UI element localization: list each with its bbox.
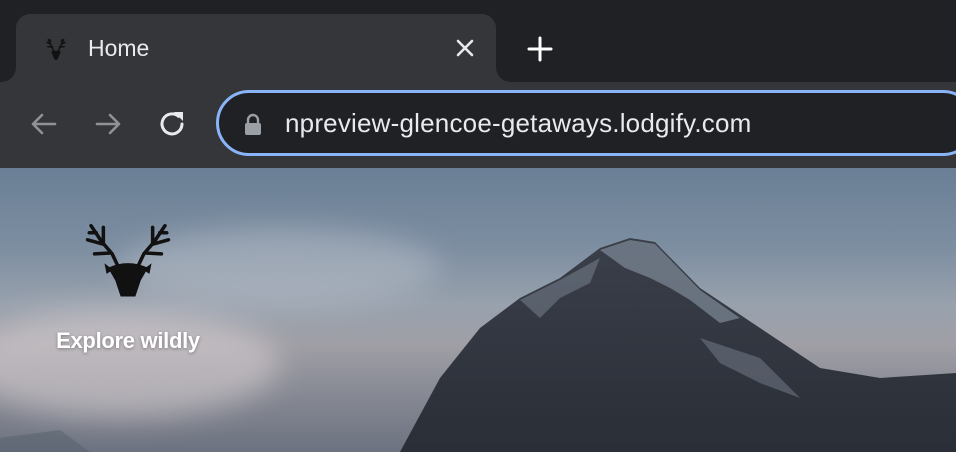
stag-head-icon bbox=[85, 223, 171, 297]
tab-title: Home bbox=[88, 35, 150, 61]
hero-section: Explore wildly bbox=[0, 168, 956, 452]
reload-icon[interactable] bbox=[156, 108, 188, 140]
address-bar[interactable]: npreview-glencoe-getaways.lodgify.com bbox=[216, 90, 956, 156]
tab-strip: Home bbox=[0, 0, 956, 82]
lock-icon[interactable] bbox=[243, 113, 263, 135]
arrow-left-icon[interactable] bbox=[28, 108, 60, 140]
stag-head-icon bbox=[46, 38, 66, 60]
close-icon[interactable] bbox=[454, 37, 476, 59]
url-text[interactable]: npreview-glencoe-getaways.lodgify.com bbox=[285, 108, 751, 139]
tab-home[interactable]: Home bbox=[2, 14, 510, 82]
plus-icon[interactable] bbox=[527, 36, 553, 62]
mountain-peak-photo bbox=[0, 238, 956, 452]
browser-toolbar: npreview-glencoe-getaways.lodgify.com bbox=[0, 82, 956, 168]
arrow-right-icon[interactable] bbox=[92, 108, 124, 140]
site-tagline: Explore wildly bbox=[56, 328, 200, 353]
